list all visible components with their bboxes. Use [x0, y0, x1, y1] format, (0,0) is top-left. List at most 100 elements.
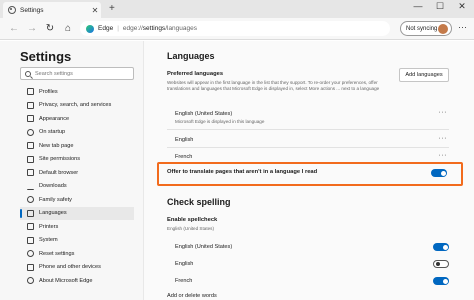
- tab-close-button[interactable]: ✕: [89, 6, 101, 15]
- sidebar-item-family-safety[interactable]: Family safety: [20, 193, 134, 207]
- check-spelling-heading: Check spelling: [167, 197, 231, 207]
- sidebar-item-label: System: [39, 237, 58, 244]
- sidebar-item-label: Privacy, search, and services: [39, 102, 112, 109]
- new-tab-button[interactable]: +: [109, 3, 115, 14]
- add-languages-button[interactable]: Add languages: [399, 68, 449, 82]
- spellcheck-row-french: French: [175, 278, 447, 284]
- sidebar-item-label: Reset settings: [39, 250, 75, 257]
- sidebar-item-label: Appearance: [39, 115, 70, 122]
- preferred-languages-description: Websites will appear in the first langua…: [167, 80, 380, 91]
- sidebar-title: Settings: [20, 49, 72, 64]
- sidebar-item-about-edge[interactable]: About Microsoft Edge: [20, 274, 134, 288]
- sidebar-item-reset-settings[interactable]: Reset settings: [20, 247, 134, 261]
- sidebar-item-label: New tab page: [39, 142, 74, 149]
- site-permissions-icon: [27, 155, 34, 163]
- tab-strip: Settings ✕ + — ☐ ✕: [0, 0, 474, 18]
- settings-sidebar: Settings Search settings Profiles Privac…: [0, 41, 144, 300]
- page-content: Settings Search settings Profiles Privac…: [0, 41, 474, 300]
- language-name: French: [175, 278, 193, 284]
- sidebar-item-downloads[interactable]: Downloads: [20, 180, 134, 194]
- enable-spellcheck-sublabel: English (United States): [167, 226, 214, 231]
- edge-icon: [27, 277, 34, 285]
- search-settings-input[interactable]: Search settings: [20, 67, 134, 80]
- language-row-english-us: English (United States) ···: [175, 109, 448, 117]
- family-icon: [27, 196, 34, 204]
- sidebar-item-label: Printers: [39, 223, 59, 230]
- enable-spellcheck-label: Enable spellcheck: [167, 217, 218, 223]
- sidebar-item-label: Downloads: [39, 183, 67, 190]
- edge-logo-icon: [86, 24, 94, 33]
- home-button[interactable]: ⌂: [62, 23, 74, 34]
- language-name: English: [175, 137, 194, 143]
- sidebar-item-languages[interactable]: Languages: [20, 206, 134, 220]
- divider: [167, 147, 449, 148]
- more-actions-button[interactable]: ···: [439, 152, 448, 159]
- tab-settings[interactable]: Settings ✕: [3, 2, 101, 18]
- lock-icon: [27, 101, 34, 109]
- settings-and-more-button[interactable]: ···: [458, 22, 467, 32]
- language-display-note: Microsoft Edge is displayed in this lang…: [175, 119, 265, 124]
- sidebar-item-label: Profiles: [39, 88, 58, 95]
- tab-title: Settings: [20, 6, 44, 14]
- sidebar-item-printers[interactable]: Printers: [20, 220, 134, 234]
- sidebar-nav: Profiles Privacy, search, and services A…: [20, 85, 134, 288]
- appearance-icon: [27, 115, 34, 123]
- power-icon: [27, 128, 34, 136]
- search-icon: [25, 70, 31, 77]
- forward-button[interactable]: →: [26, 23, 38, 34]
- refresh-button[interactable]: ↻: [44, 23, 56, 34]
- languages-icon: [27, 209, 34, 217]
- language-name: French: [175, 154, 193, 160]
- new-tab-icon: [27, 142, 34, 150]
- sidebar-item-phone-devices[interactable]: Phone and other devices: [20, 261, 134, 275]
- browser-icon: [27, 169, 34, 177]
- minimize-button[interactable]: —: [410, 1, 426, 11]
- maximize-button[interactable]: ☐: [432, 1, 448, 12]
- close-window-button[interactable]: ✕: [454, 1, 470, 12]
- sidebar-item-profiles[interactable]: Profiles: [20, 85, 134, 99]
- sidebar-item-label: About Microsoft Edge: [39, 277, 93, 284]
- page-title: Languages: [167, 51, 215, 61]
- sidebar-item-default-browser[interactable]: Default browser: [20, 166, 134, 180]
- sidebar-item-label: Family safety: [39, 196, 72, 203]
- sidebar-item-on-startup[interactable]: On startup: [20, 126, 134, 140]
- sidebar-item-label: Site permissions: [39, 156, 81, 163]
- sidebar-item-appearance[interactable]: Appearance: [20, 112, 134, 126]
- language-name: English (United States): [175, 244, 233, 250]
- language-row-english: English ···: [175, 135, 448, 143]
- url-bold-segment: settings: [142, 25, 166, 32]
- sidebar-item-system[interactable]: System: [20, 234, 134, 248]
- sidebar-item-site-permissions[interactable]: Site permissions: [20, 153, 134, 167]
- offer-translate-toggle[interactable]: [431, 169, 447, 177]
- spellcheck-toggle-french[interactable]: [433, 277, 449, 285]
- language-row-french: French ···: [175, 152, 448, 160]
- download-icon: [27, 183, 34, 190]
- spellcheck-toggle-english[interactable]: [433, 260, 449, 268]
- offer-translate-label: Offer to translate pages that aren't in …: [167, 169, 318, 175]
- preferred-languages-heading: Preferred languages: [167, 71, 224, 77]
- profile-button[interactable]: Not syncing: [400, 21, 452, 36]
- toolbar: ← → ↻ ⌂ Edge | edge:// settings /languag…: [0, 18, 474, 40]
- profile-icon: [27, 88, 34, 96]
- back-button[interactable]: ←: [8, 23, 20, 34]
- gear-icon: [8, 6, 16, 14]
- divider: [167, 129, 449, 130]
- sidebar-item-new-tab-page[interactable]: New tab page: [20, 139, 134, 153]
- sidebar-item-label: Languages: [39, 210, 67, 217]
- address-bar[interactable]: Edge | edge:// settings /languages: [80, 21, 390, 36]
- sync-status-label: Not syncing: [406, 25, 438, 32]
- spellcheck-toggle-english-us[interactable]: [433, 243, 449, 251]
- more-actions-button[interactable]: ···: [439, 135, 448, 142]
- system-icon: [27, 236, 34, 244]
- address-separator: |: [117, 25, 119, 32]
- sidebar-item-privacy[interactable]: Privacy, search, and services: [20, 99, 134, 113]
- url-path: /languages: [165, 25, 197, 32]
- avatar: [438, 24, 448, 34]
- more-actions-button[interactable]: ···: [439, 109, 448, 116]
- site-identity: Edge: [98, 25, 114, 32]
- sidebar-item-label: Phone and other devices: [39, 264, 101, 271]
- add-delete-words-link[interactable]: Add or delete words: [167, 293, 217, 299]
- printer-icon: [27, 223, 34, 231]
- spellcheck-row-english-us: English (United States): [175, 244, 447, 250]
- language-name: English (United States): [175, 111, 233, 117]
